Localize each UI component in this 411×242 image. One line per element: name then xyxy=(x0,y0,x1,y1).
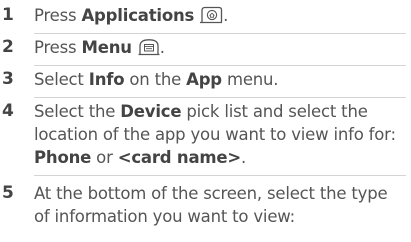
divider xyxy=(34,65,406,66)
step-4: 4 Select the Device pick list and select… xyxy=(0,100,411,176)
divider xyxy=(34,175,406,176)
step-keyword: App xyxy=(186,70,222,89)
step-keyword: <card name> xyxy=(117,148,242,167)
step-number: 1 xyxy=(2,5,14,25)
step-text-pre: Select xyxy=(34,70,89,89)
step-text-mid: or xyxy=(91,148,118,167)
step-number: 5 xyxy=(2,183,14,203)
divider xyxy=(34,97,406,98)
step-number: 2 xyxy=(2,37,14,57)
step-2: 2 Press Menu. xyxy=(0,36,411,66)
step-text-post: . xyxy=(223,6,229,25)
step-text: Select the Device pick list and select t… xyxy=(34,100,406,169)
step-keyword: Device xyxy=(120,102,182,121)
step-text: Press Menu. xyxy=(34,36,406,59)
step-text-pre: Select the xyxy=(34,102,121,121)
step-text-post: . xyxy=(159,38,165,57)
applications-button-icon xyxy=(199,6,223,24)
step-keyword: Phone xyxy=(34,148,92,167)
step-number: 4 xyxy=(2,101,14,121)
step-text: Select Info on the App menu. xyxy=(34,68,406,91)
step-text-post: menu. xyxy=(221,70,279,89)
divider xyxy=(34,33,406,34)
step-1: 1 Press Applications. xyxy=(0,4,411,34)
step-text-post: . xyxy=(241,148,247,167)
step-keyword: Applications xyxy=(81,6,195,25)
step-text-mid: on the xyxy=(124,70,187,89)
step-5: 5 At the bottom of the screen, select th… xyxy=(0,182,411,232)
step-text: At the bottom of the screen, select the … xyxy=(34,184,388,226)
step-keyword: Menu xyxy=(81,38,132,57)
step-text-pre: Press xyxy=(34,38,82,57)
step-text-pre: Press xyxy=(34,6,82,25)
step-3: 3 Select Info on the App menu. xyxy=(0,68,411,98)
step-text: Press Applications. xyxy=(34,4,406,27)
menu-button-icon xyxy=(138,38,160,56)
step-keyword: Info xyxy=(88,70,125,89)
step-number: 3 xyxy=(2,69,14,89)
